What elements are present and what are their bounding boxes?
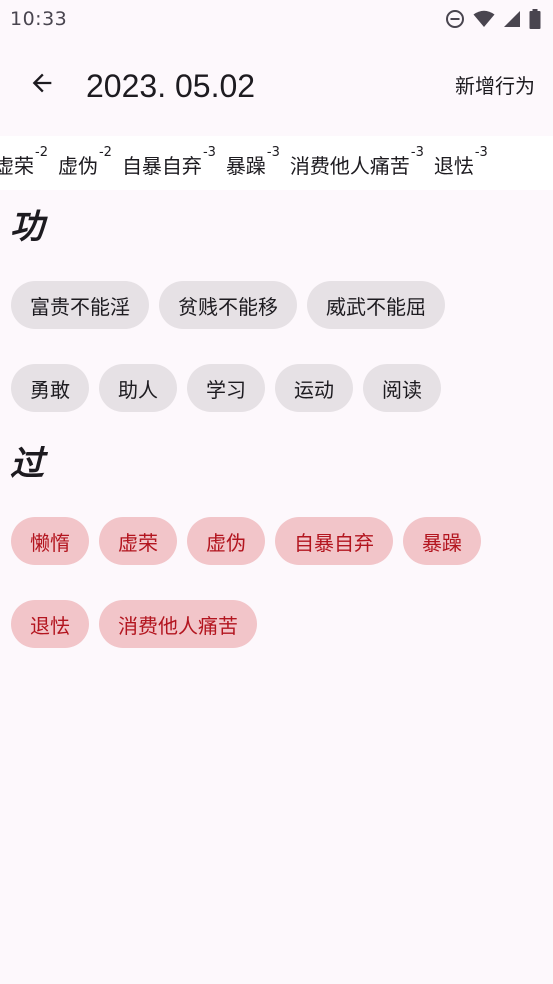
- merit-chip[interactable]: 学习: [187, 364, 265, 412]
- strip-item-score: -3: [266, 145, 280, 160]
- merit-chip[interactable]: 助人: [99, 364, 177, 412]
- status-time: 10:33: [10, 8, 68, 30]
- merit-chip[interactable]: 贫贱不能移: [159, 281, 297, 329]
- strip-item-score: -2: [98, 145, 112, 160]
- merit-chip[interactable]: 阅读: [363, 364, 441, 412]
- strip-item[interactable]: 虚伪 -2: [58, 145, 112, 181]
- merit-chip-row: 勇敢 助人 学习 运动 阅读: [11, 364, 441, 412]
- strip-item-score: -3: [410, 145, 424, 160]
- demerit-chip[interactable]: 暴躁: [403, 517, 481, 565]
- wifi-icon: [473, 10, 495, 28]
- strip-item[interactable]: 暴躁 -3: [226, 145, 280, 181]
- arrow-back-icon: [28, 69, 56, 101]
- screen: 10:33 2023. 05.02 新增行为 虚荣 -2 虚伪 -2 自暴自弃 …: [0, 0, 553, 984]
- strip-item-score: -3: [202, 145, 216, 160]
- strip-item-score: -3: [474, 145, 488, 160]
- strip-item[interactable]: 退怯 -3: [434, 145, 488, 181]
- add-behavior-button[interactable]: 新增行为: [455, 71, 535, 101]
- strip-item-label: 自暴自弃: [121, 154, 202, 178]
- signal-icon: [503, 10, 521, 28]
- strip-item[interactable]: 消费他人痛苦 -3: [290, 145, 424, 181]
- demerit-chip[interactable]: 自暴自弃: [275, 517, 393, 565]
- merit-chip[interactable]: 富贵不能淫: [11, 281, 149, 329]
- demerit-chip-row: 懒惰 虚荣 虚伪 自暴自弃 暴躁: [11, 517, 481, 565]
- demerit-chip[interactable]: 退怯: [11, 600, 89, 648]
- demerit-heading: 过: [10, 444, 44, 484]
- demerit-chip[interactable]: 虚荣: [99, 517, 177, 565]
- battery-icon: [529, 9, 541, 29]
- strip-item[interactable]: 虚荣 -2: [0, 145, 48, 181]
- page-title: 2023. 05.02: [86, 68, 256, 104]
- merit-chip-row: 富贵不能淫 贫贱不能移 威武不能屈: [11, 281, 445, 329]
- strip-item-label: 暴躁: [225, 154, 266, 178]
- demerit-chip[interactable]: 消费他人痛苦: [99, 600, 257, 648]
- back-button[interactable]: [18, 61, 66, 109]
- strip-item[interactable]: 自暴自弃 -3: [122, 145, 216, 181]
- strip-item-label: 退怯: [433, 154, 474, 178]
- merit-heading: 功: [10, 207, 44, 247]
- strip-item-label: 消费他人痛苦: [289, 154, 410, 178]
- strip-item-score: -2: [35, 145, 48, 160]
- app-bar: 2023. 05.02 新增行为: [0, 38, 553, 136]
- merit-chip[interactable]: 勇敢: [11, 364, 89, 412]
- strip-item-label: 虚伪: [57, 154, 98, 178]
- strip-item-label: 虚荣: [0, 154, 34, 178]
- demerit-chip[interactable]: 懒惰: [11, 517, 89, 565]
- behavior-strip[interactable]: 虚荣 -2 虚伪 -2 自暴自弃 -3 暴躁 -3 消费他人痛苦 -3 退怯 -3: [0, 136, 553, 190]
- do-not-disturb-icon: [445, 9, 465, 29]
- status-icons: [445, 9, 541, 29]
- demerit-chip[interactable]: 虚伪: [187, 517, 265, 565]
- merit-chip[interactable]: 运动: [275, 364, 353, 412]
- status-bar: 10:33: [0, 0, 553, 38]
- demerit-chip-row: 退怯 消费他人痛苦: [11, 600, 257, 648]
- merit-chip[interactable]: 威武不能屈: [307, 281, 445, 329]
